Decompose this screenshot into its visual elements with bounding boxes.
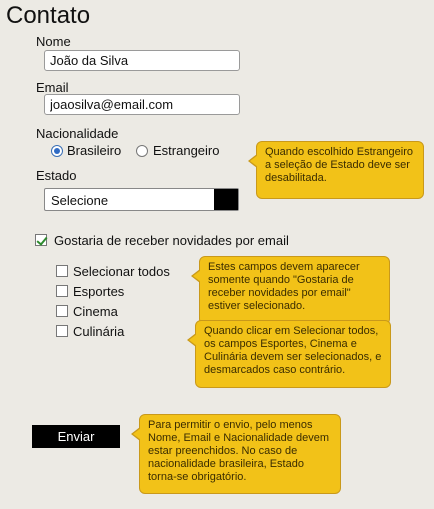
- newsletter-checkbox[interactable]: [35, 234, 47, 246]
- state-select-value: Selecione: [51, 193, 109, 208]
- name-label: Nome: [36, 34, 71, 49]
- tooltip-state: Quando escolhido Estrangeiro a seleção d…: [248, 141, 424, 199]
- state-label: Estado: [36, 168, 77, 183]
- radio-estrangeiro[interactable]: [136, 145, 148, 157]
- checkbox-culinaria-label: Culinária: [73, 324, 125, 339]
- state-select[interactable]: Selecione: [44, 188, 239, 211]
- newsletter-label: Gostaria de receber novidades por email: [54, 233, 289, 248]
- radio-estrangeiro-label: Estrangeiro: [153, 143, 220, 158]
- radio-brasileiro-label: Brasileiro: [67, 143, 122, 158]
- email-field[interactable]: [44, 94, 240, 115]
- tooltip-submit: Para permitir o envio, pelo menos Nome, …: [131, 414, 341, 494]
- checkbox-cinema[interactable]: [56, 305, 68, 317]
- radio-brasileiro[interactable]: [51, 145, 63, 157]
- submit-button[interactable]: Enviar: [32, 425, 120, 448]
- checkbox-select-all-label: Selecionar todos: [73, 264, 170, 279]
- checkbox-esportes-label: Esportes: [73, 284, 125, 299]
- page-title: Contato: [6, 2, 91, 29]
- nationality-label: Nacionalidade: [36, 126, 119, 141]
- checkbox-esportes[interactable]: [56, 285, 68, 297]
- tooltip-newsletter: Estes campos devem aparecer somente quan…: [191, 256, 390, 325]
- checkbox-culinaria[interactable]: [56, 325, 68, 337]
- dropdown-button[interactable]: [214, 189, 238, 210]
- checkbox-select-all[interactable]: [56, 265, 68, 277]
- checkbox-cinema-label: Cinema: [73, 304, 118, 319]
- name-field[interactable]: [44, 50, 240, 71]
- email-label: Email: [36, 80, 69, 95]
- tooltip-select-all: Quando clicar em Selecionar todos, os ca…: [187, 320, 391, 388]
